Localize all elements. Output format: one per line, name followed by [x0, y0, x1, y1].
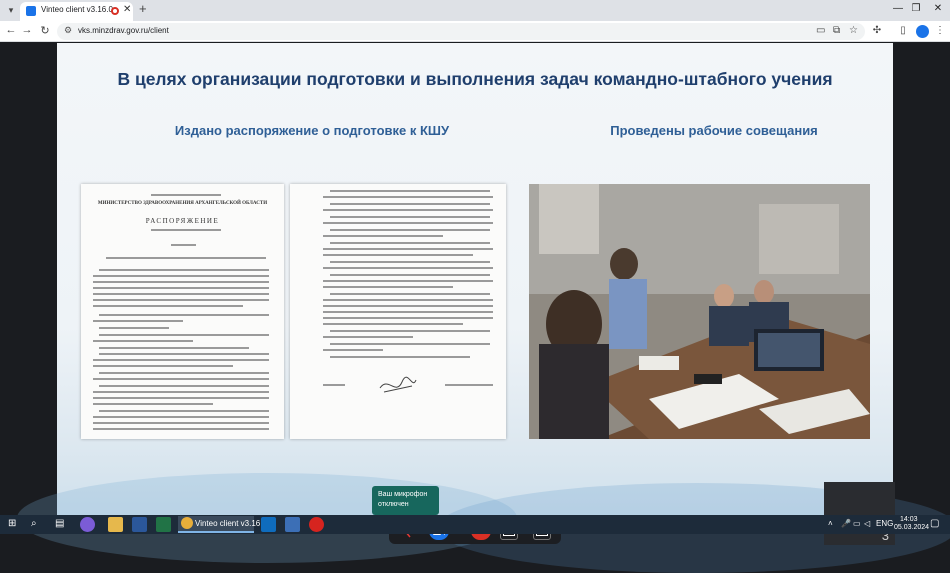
- notifications-icon[interactable]: ▢: [930, 518, 939, 529]
- tab-search-icon[interactable]: ▾: [4, 3, 18, 17]
- cast-icon[interactable]: ⧉: [833, 25, 840, 36]
- taskbar-clock-time[interactable]: 14:03: [900, 516, 918, 523]
- word-icon[interactable]: [132, 517, 147, 532]
- site-info-icon[interactable]: ⚙: [64, 25, 72, 36]
- extensions-icon[interactable]: ✣: [870, 25, 884, 36]
- forward-button[interactable]: →: [20, 24, 34, 36]
- tab-close-button[interactable]: ✕: [123, 4, 131, 15]
- outlook-icon[interactable]: [261, 517, 276, 532]
- signature-icon: [379, 376, 417, 393]
- shared-presentation-slide: В целях организации подготовки и выполне…: [17, 43, 950, 573]
- microphone-muted-toast: Ваш микрофон отключен: [372, 486, 439, 515]
- tray-mic-icon[interactable]: 🎤: [841, 519, 851, 528]
- windows-taskbar: ⊞ ⌕ ▤ Vinteo client v3.16... ˄ 🎤 ▭ ◁ ENG…: [0, 515, 950, 534]
- address-bar[interactable]: ⚙ vks.minzdrav.gov.ru/client ▭ ⧉ ☆: [57, 23, 865, 40]
- document-type-heading: РАСПОРЯЖЕНИЕ: [145, 217, 220, 225]
- restore-button[interactable]: ❐: [909, 3, 923, 14]
- vinteo-favicon-icon: [26, 6, 36, 16]
- meeting-photo: [529, 184, 870, 439]
- file-explorer-icon[interactable]: [108, 517, 123, 532]
- participant-tile[interactable]: 3: [824, 482, 895, 545]
- side-panel-icon[interactable]: ▯: [896, 25, 910, 36]
- browser-tab-strip: ▾ Vinteo client v3.16.0 ✕ + — ❐ ✕: [0, 0, 950, 21]
- chrome-menu-icon[interactable]: ⋮: [933, 25, 947, 36]
- order-document-page-2: [290, 184, 506, 439]
- video-conference-view: В целях организации подготовки и выполне…: [0, 43, 950, 573]
- minimize-button[interactable]: —: [891, 3, 905, 14]
- language-indicator[interactable]: ENG: [876, 519, 893, 528]
- taskbar-chrome-app[interactable]: Vinteo client v3.16...: [178, 516, 267, 533]
- tab-title: Vinteo client v3.16.0: [41, 5, 113, 14]
- meeting-photo-image: [529, 184, 870, 439]
- excel-icon[interactable]: [156, 517, 171, 532]
- tray-volume-icon[interactable]: ◁: [864, 519, 870, 528]
- bookmark-star-icon[interactable]: ☆: [849, 25, 858, 36]
- camera-in-use-icon[interactable]: ▭: [816, 25, 825, 36]
- opera-icon[interactable]: [309, 517, 324, 532]
- document-ministry-heading: МИНИСТЕРСТВО ЗДРАВООХРАНЕНИЯ АРХАНГЕЛЬСК…: [97, 201, 268, 206]
- recording-indicator-icon: [111, 7, 119, 15]
- browser-tab-active[interactable]: Vinteo client v3.16.0 ✕: [20, 2, 133, 21]
- browser-toolbar: ← → ↻ ⚙ vks.minzdrav.gov.ru/client ▭ ⧉ ☆…: [0, 21, 950, 42]
- profile-avatar[interactable]: [916, 25, 929, 38]
- search-icon[interactable]: ⌕: [31, 518, 37, 529]
- assistant-app-icon[interactable]: [80, 517, 95, 532]
- close-window-button[interactable]: ✕: [931, 3, 945, 14]
- taskbar-clock-date[interactable]: 05.03.2024: [894, 524, 929, 531]
- tray-chevron-icon[interactable]: ˄: [828, 519, 833, 528]
- chrome-icon: [181, 517, 193, 529]
- slide-subtitle-meetings: Проведены рабочие совещания: [610, 123, 818, 138]
- slide-title: В целях организации подготовки и выполне…: [117, 69, 833, 89]
- new-tab-button[interactable]: +: [139, 1, 147, 16]
- windows-start-icon[interactable]: ⊞: [8, 518, 16, 529]
- url-text: vks.minzdrav.gov.ru/client: [78, 26, 169, 35]
- order-document-page-1: МИНИСТЕРСТВО ЗДРАВООХРАНЕНИЯ АРХАНГЕЛЬСК…: [81, 184, 284, 439]
- app-icon[interactable]: [285, 517, 300, 532]
- slide-subtitle-order: Издано распоряжение о подготовке к КШУ: [174, 123, 450, 138]
- taskbar-chrome-label: Vinteo client v3.16...: [195, 519, 267, 528]
- back-button[interactable]: ←: [4, 24, 18, 36]
- reload-button[interactable]: ↻: [38, 24, 52, 37]
- tray-network-icon[interactable]: ▭: [853, 519, 861, 528]
- task-view-icon[interactable]: ▤: [55, 518, 64, 529]
